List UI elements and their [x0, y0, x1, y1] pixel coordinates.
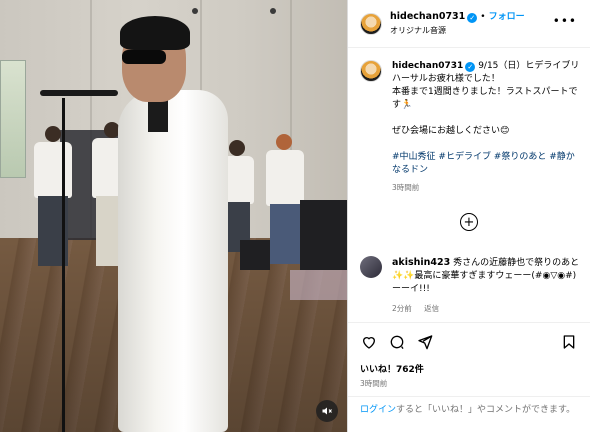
share-icon[interactable]: [416, 333, 434, 351]
caption-username[interactable]: hidechan0731: [392, 61, 463, 71]
mute-button[interactable]: [316, 400, 338, 422]
guitarist: [266, 150, 304, 206]
caption-hashtags[interactable]: #中山秀征 #ヒデライブ #祭りのあと #静かなるドン: [392, 152, 575, 175]
author-username[interactable]: hidechan0731: [390, 11, 465, 22]
like-count[interactable]: いいね！762件: [360, 362, 424, 375]
post-header: hidechan0731 ✓ • フォロー オリジナル音源 •••: [348, 0, 590, 48]
posted-time: 3時間前: [360, 379, 388, 388]
comment-item: akishin423 秀さんの近藤静也で祭りのあと✨✨最高に豪華すぎますウェーー…: [360, 256, 582, 315]
wall-poster: [0, 60, 26, 178]
comment-icon[interactable]: [388, 333, 406, 351]
commenter-username[interactable]: akishin423: [392, 257, 450, 268]
singer-white-suit: [118, 90, 228, 432]
audio-label[interactable]: オリジナル音源: [390, 24, 525, 37]
reply-button[interactable]: 返信: [424, 304, 439, 313]
login-prompt-text: すると「いいね！」やコメントができます。: [396, 405, 576, 415]
caption-text: 9/15（日）ヒデライブリハーサルお疲れ様でした！ 本番まで1週間きりました！ラ…: [392, 61, 580, 136]
commenter-avatar[interactable]: [360, 256, 382, 278]
heart-icon[interactable]: [360, 333, 378, 351]
sunglasses: [122, 50, 166, 64]
post-sidebar: hidechan0731 ✓ • フォロー オリジナル音源 ••• hidechan0…: [347, 0, 590, 432]
post-video[interactable]: [0, 0, 347, 432]
mic-stand: [62, 98, 65, 432]
band-member: [34, 142, 72, 198]
verified-badge-icon: ✓: [465, 62, 476, 72]
amplifier: [300, 200, 347, 270]
bookmark-icon[interactable]: [560, 333, 578, 351]
muted-speaker-icon: [322, 407, 332, 415]
microphone: [40, 90, 118, 96]
login-link[interactable]: ログイン: [360, 405, 396, 415]
load-more-comments-icon[interactable]: +: [460, 213, 478, 231]
separator-dot: •: [480, 12, 486, 22]
instagram-post-dialog: hidechan0731 ✓ • フォロー オリジナル音源 ••• hidechan0…: [0, 0, 590, 432]
post-caption: hidechan0731 ✓ 9/15（日）ヒデライブリハーサルお疲れ様でした！ …: [360, 60, 582, 194]
more-icon[interactable]: •••: [553, 14, 577, 28]
follow-button[interactable]: フォロー: [489, 12, 525, 22]
caption-avatar[interactable]: [360, 60, 382, 82]
action-bar: [348, 322, 590, 362]
caption-time: 3時間前: [392, 183, 420, 192]
avatar[interactable]: [360, 12, 382, 35]
verified-badge-icon: ✓: [467, 13, 478, 23]
login-prompt: ログインすると「いいね！」やコメントができます。: [348, 396, 590, 432]
comment-time: 2分前: [392, 304, 412, 313]
